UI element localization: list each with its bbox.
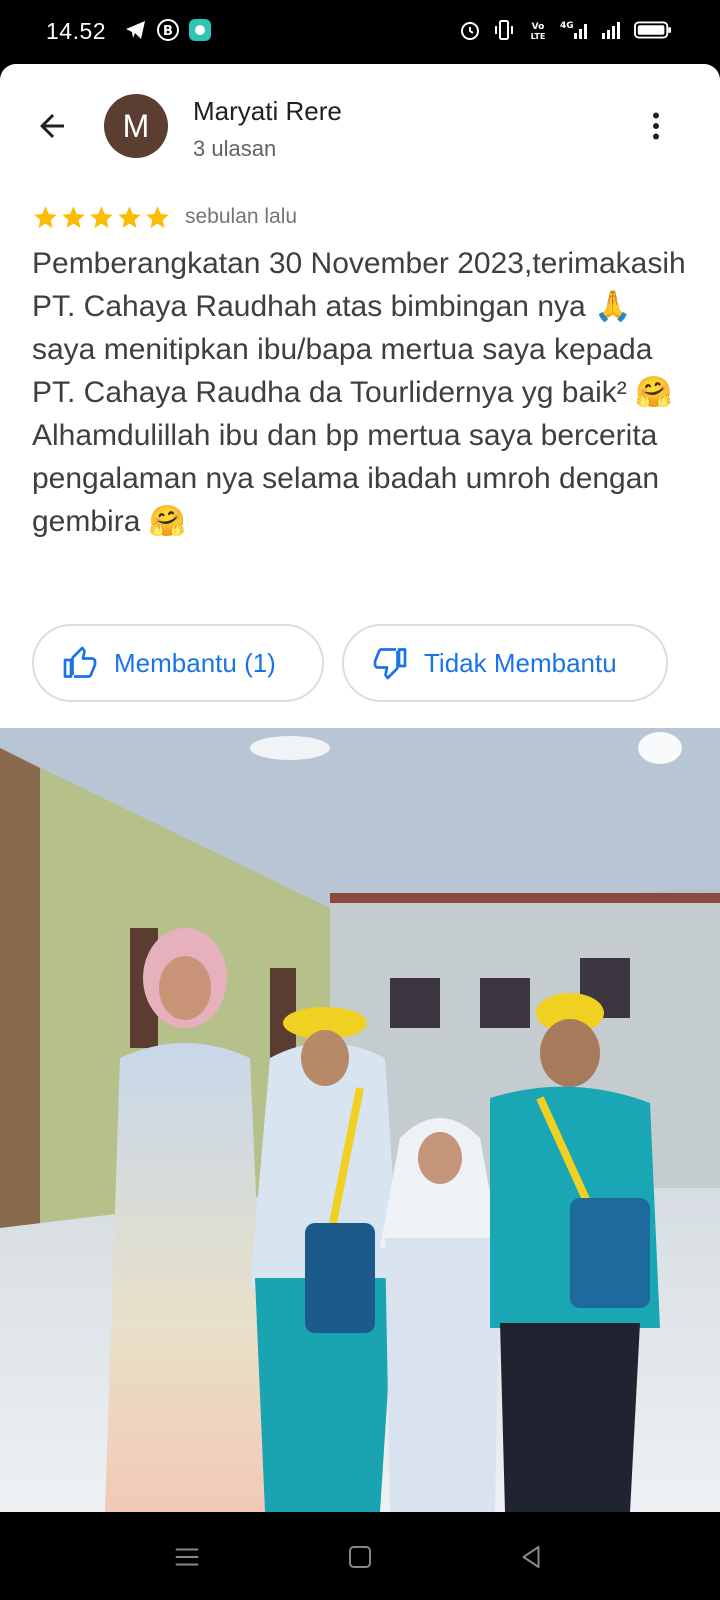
star-icon	[118, 205, 141, 228]
status-right-icons: Vo LTE 4G	[458, 18, 672, 42]
thumb-up-icon	[63, 646, 97, 678]
star-icon	[34, 205, 57, 228]
svg-text:LTE: LTE	[531, 32, 546, 41]
thumb-down-icon	[373, 648, 407, 680]
not-helpful-button[interactable]: Tidak Membantu	[342, 624, 668, 702]
review-photo-image	[0, 728, 720, 1512]
not-helpful-label: Tidak Membantu	[424, 647, 617, 678]
nav-back-button[interactable]	[506, 1532, 556, 1582]
review-time: sebulan lalu	[185, 205, 298, 228]
star-icon	[62, 205, 85, 228]
home-square-icon	[349, 1546, 371, 1568]
avatar-initial: M	[122, 107, 150, 144]
review-count: 3 ulasan	[193, 136, 277, 161]
more-options-button[interactable]	[634, 104, 678, 148]
arrow-back-icon	[40, 114, 64, 138]
telegram-icon	[126, 21, 145, 39]
signal-icon	[602, 22, 620, 39]
alarm-icon	[461, 22, 479, 40]
back-button[interactable]	[30, 104, 74, 148]
rating-row: sebulan lalu	[32, 202, 297, 232]
more-vert-icon	[653, 112, 659, 140]
star-rating	[32, 204, 171, 231]
4g-signal-icon: 4G	[560, 21, 587, 39]
reviewer-name[interactable]: Maryati Rere	[193, 96, 342, 127]
star-icon	[146, 205, 169, 228]
review-actions: Membantu (1) Tidak Membantu	[32, 624, 668, 702]
back-triangle-icon	[522, 1546, 540, 1568]
status-time: 14.52	[46, 18, 107, 44]
status-bar: 14.52 B Vo LTE 4G	[0, 0, 720, 64]
app-icon	[189, 19, 211, 41]
b-circle-icon: B	[157, 19, 179, 41]
star-icon	[90, 205, 113, 228]
menu-icon	[175, 1548, 199, 1566]
nav-menu-button[interactable]	[162, 1532, 212, 1582]
review-header: M Maryati Rere 3 ulasan	[0, 64, 720, 184]
helpful-label: Membantu (1)	[114, 647, 276, 678]
review-sheet: M Maryati Rere 3 ulasan sebulan lalu Pem…	[0, 64, 720, 1512]
review-photo[interactable]	[0, 728, 720, 1512]
status-left-icons: B	[124, 18, 212, 42]
system-nav-bar	[0, 1512, 720, 1600]
svg-text:4G: 4G	[560, 21, 574, 31]
review-text: Pemberangkatan 30 November 2023,terimaka…	[32, 247, 686, 538]
svg-text:B: B	[163, 24, 173, 39]
nav-home-button[interactable]	[335, 1532, 385, 1582]
avatar[interactable]: M	[104, 94, 168, 158]
vibrate-icon	[495, 20, 513, 40]
volte-icon: VoLTE	[531, 22, 546, 41]
svg-text:Vo: Vo	[532, 22, 545, 32]
helpful-button[interactable]: Membantu (1)	[32, 624, 324, 702]
battery-icon	[634, 21, 672, 39]
